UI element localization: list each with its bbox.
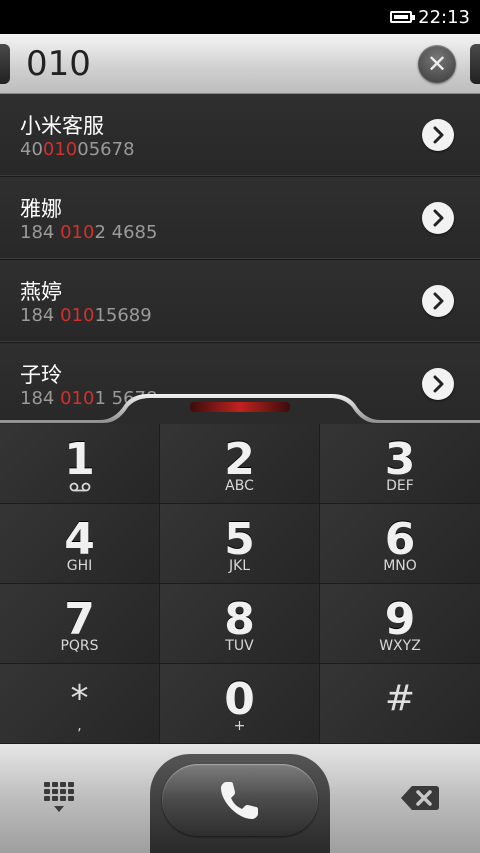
chevron-right-icon: [433, 209, 444, 227]
key-9[interactable]: 9 WXYZ: [320, 584, 480, 664]
contact-number: 184 0102 4685: [20, 222, 158, 243]
dialpad: 1 2 ABC 3 DEF 4 GHI 5 JKL 6 MNO 7 PQRS 8…: [0, 424, 480, 744]
key-1[interactable]: 1: [0, 424, 160, 504]
dial-number-input[interactable]: 010: [26, 42, 386, 86]
status-bar: 22:13: [0, 0, 480, 34]
contact-number: 184 0101 5678: [20, 388, 158, 409]
contact-row[interactable]: 雅娜 184 0102 4685: [0, 177, 480, 260]
chevron-right-icon: [433, 126, 444, 144]
contact-row[interactable]: 燕婷 184 01015689: [0, 260, 480, 343]
contact-row[interactable]: 小米客服 4001005678: [0, 94, 480, 177]
voicemail-icon: [69, 482, 91, 492]
search-header: 010 ✕: [0, 34, 480, 94]
key-0[interactable]: 0 +: [160, 664, 320, 744]
key-4[interactable]: 4 GHI: [0, 504, 160, 584]
key-hash[interactable]: #: [320, 664, 480, 744]
key-3[interactable]: 3 DEF: [320, 424, 480, 504]
contact-name: 子玲: [20, 363, 62, 387]
bottom-action-bar: [0, 744, 480, 853]
dialpad-grid-icon[interactable]: [40, 780, 76, 816]
contact-detail-button[interactable]: [422, 119, 454, 151]
header-edge-right: [470, 44, 480, 84]
backspace-icon[interactable]: [400, 784, 440, 812]
clear-input-button[interactable]: ✕: [418, 45, 456, 83]
chevron-right-icon: [433, 292, 444, 310]
key-2[interactable]: 2 ABC: [160, 424, 320, 504]
contact-row[interactable]: 子玲 184 0101 5678: [0, 343, 480, 424]
contact-name: 小米客服: [20, 114, 104, 138]
status-time: 22:13: [418, 6, 470, 28]
key-6[interactable]: 6 MNO: [320, 504, 480, 584]
key-8[interactable]: 8 TUV: [160, 584, 320, 664]
contact-detail-button[interactable]: [422, 368, 454, 400]
key-5[interactable]: 5 JKL: [160, 504, 320, 584]
call-button[interactable]: [162, 764, 318, 836]
battery-icon: [390, 11, 416, 23]
chevron-right-icon: [433, 375, 444, 393]
contact-name: 燕婷: [20, 280, 62, 304]
phone-handset-icon: [221, 782, 258, 819]
contact-number: 184 01015689: [20, 305, 152, 326]
key-7[interactable]: 7 PQRS: [0, 584, 160, 664]
contact-name: 雅娜: [20, 197, 62, 221]
contact-results-list[interactable]: 小米客服 4001005678 雅娜 184 0102 4685 燕婷 184 …: [0, 94, 480, 424]
contact-detail-button[interactable]: [422, 285, 454, 317]
key-star[interactable]: * ,: [0, 664, 160, 744]
close-icon: ✕: [426, 50, 448, 78]
contact-number: 4001005678: [20, 139, 135, 160]
contact-detail-button[interactable]: [422, 202, 454, 234]
header-edge-left: [0, 44, 10, 84]
